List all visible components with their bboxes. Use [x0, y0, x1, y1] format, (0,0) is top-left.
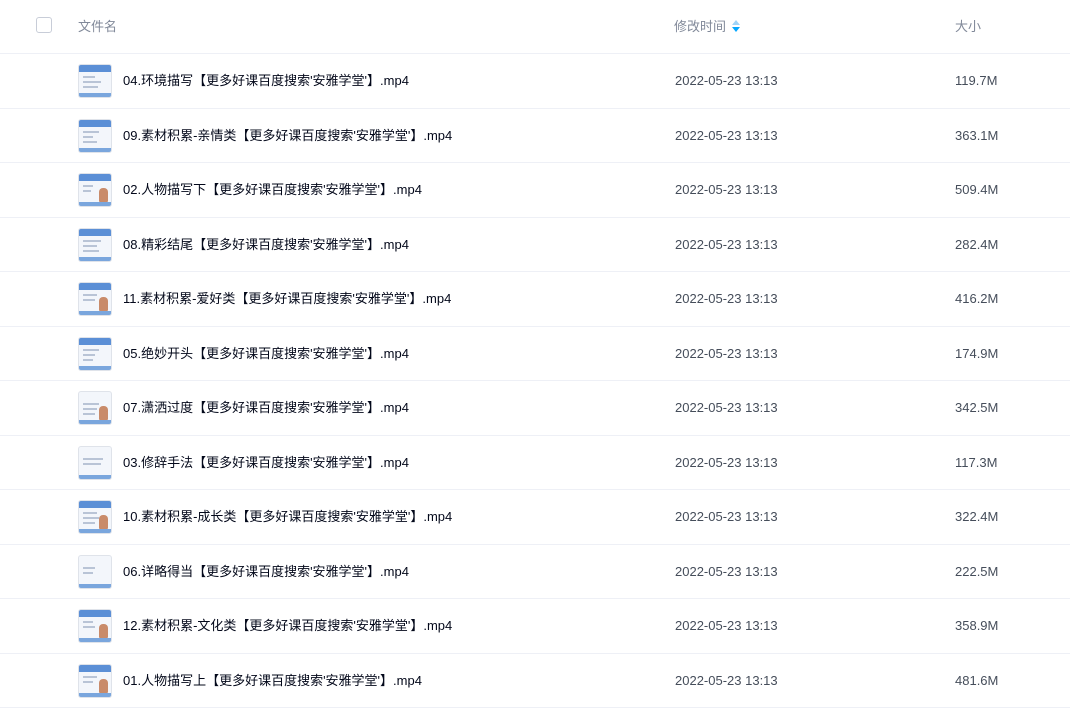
video-thumbnail [78, 391, 112, 425]
file-name[interactable]: 06.详略得当【更多好课百度搜索'安雅学堂'】.mp4 [123, 545, 409, 599]
file-modified-time: 2022-05-23 13:13 [675, 345, 778, 361]
video-thumbnail [78, 173, 112, 207]
video-thumbnail [78, 118, 112, 153]
file-size: 481.6M [955, 672, 999, 688]
file-name[interactable]: 11.素材积累-爱好类【更多好课百度搜索'安雅学堂'】.mp4 [123, 272, 451, 326]
video-thumbnail [78, 227, 112, 262]
file-name[interactable]: 05.绝妙开头【更多好课百度搜索'安雅学堂'】.mp4 [123, 327, 409, 381]
column-header-time[interactable]: 修改时间 [674, 0, 741, 53]
file-list-table: 文件名 修改时间 大小 04.环境描写【更多好课百度搜索'安雅学堂'】.mp4 2… [0, 0, 1070, 708]
file-size: 342.5M [955, 400, 999, 415]
video-thumbnail [78, 282, 112, 316]
file-modified-time: 2022-05-23 13:13 [675, 127, 778, 143]
file-modified-time: 2022-05-23 13:13 [675, 509, 778, 524]
file-modified-time: 2022-05-23 13:13 [675, 672, 778, 688]
file-name[interactable]: 10.素材积累-成长类【更多好课百度搜索'安雅学堂'】.mp4 [123, 490, 452, 544]
table-row[interactable]: 10.素材积累-成长类【更多好课百度搜索'安雅学堂'】.mp4 2022-05-2… [0, 490, 1070, 545]
file-size: 174.9M [955, 345, 999, 361]
column-header-time-label: 修改时间 [674, 19, 727, 34]
file-rows: 04.环境描写【更多好课百度搜索'安雅学堂'】.mp4 2022-05-23 13… [0, 54, 1070, 708]
video-thumbnail [78, 64, 112, 98]
column-header-size[interactable]: 大小 [955, 0, 981, 53]
file-size: 322.4M [955, 509, 999, 524]
table-row[interactable]: 06.详略得当【更多好课百度搜索'安雅学堂'】.mp4 2022-05-23 13… [0, 545, 1070, 599]
file-modified-time: 2022-05-23 13:13 [675, 454, 778, 470]
file-name[interactable]: 12.素材积累-文化类【更多好课百度搜索'安雅学堂'】.mp4 [123, 599, 452, 653]
file-modified-time: 2022-05-23 13:13 [675, 618, 778, 633]
table-row[interactable]: 05.绝妙开头【更多好课百度搜索'安雅学堂'】.mp4 2022-05-23 13… [0, 327, 1070, 381]
video-thumbnail [78, 336, 112, 371]
file-modified-time: 2022-05-23 13:13 [675, 236, 778, 252]
table-row[interactable]: 04.环境描写【更多好课百度搜索'安雅学堂'】.mp4 2022-05-23 13… [0, 54, 1070, 109]
file-name[interactable]: 08.精彩结尾【更多好课百度搜索'安雅学堂'】.mp4 [123, 218, 409, 272]
file-size: 282.4M [955, 236, 999, 252]
sort-icon[interactable] [732, 20, 741, 33]
file-modified-time: 2022-05-23 13:13 [675, 563, 778, 579]
table-row[interactable]: 12.素材积累-文化类【更多好课百度搜索'安雅学堂'】.mp4 2022-05-2… [0, 599, 1070, 654]
video-thumbnail [78, 500, 112, 534]
table-row[interactable]: 11.素材积累-爱好类【更多好课百度搜索'安雅学堂'】.mp4 2022-05-2… [0, 272, 1070, 327]
file-size: 416.2M [955, 291, 999, 306]
table-row[interactable]: 02.人物描写下【更多好课百度搜索'安雅学堂'】.mp4 2022-05-23 1… [0, 163, 1070, 218]
table-row[interactable]: 07.潇洒过度【更多好课百度搜索'安雅学堂'】.mp4 2022-05-23 13… [0, 381, 1070, 436]
video-thumbnail [78, 445, 112, 480]
file-name[interactable]: 03.修辞手法【更多好课百度搜索'安雅学堂'】.mp4 [123, 436, 409, 490]
file-name[interactable]: 02.人物描写下【更多好课百度搜索'安雅学堂'】.mp4 [123, 163, 422, 217]
file-size: 509.4M [955, 182, 999, 197]
column-header-name[interactable]: 文件名 [78, 0, 117, 53]
file-name[interactable]: 01.人物描写上【更多好课百度搜索'安雅学堂'】.mp4 [123, 654, 422, 708]
file-name[interactable]: 09.素材积累-亲情类【更多好课百度搜索'安雅学堂'】.mp4 [123, 109, 452, 163]
file-size: 363.1M [955, 127, 999, 143]
table-row[interactable]: 08.精彩结尾【更多好课百度搜索'安雅学堂'】.mp4 2022-05-23 13… [0, 218, 1070, 272]
file-modified-time: 2022-05-23 13:13 [675, 182, 778, 197]
file-name[interactable]: 07.潇洒过度【更多好课百度搜索'安雅学堂'】.mp4 [123, 381, 409, 435]
file-name[interactable]: 04.环境描写【更多好课百度搜索'安雅学堂'】.mp4 [123, 54, 409, 108]
file-size: 119.7M [955, 73, 998, 88]
file-modified-time: 2022-05-23 13:13 [675, 400, 778, 415]
file-modified-time: 2022-05-23 13:13 [675, 291, 778, 306]
select-all-checkbox[interactable] [36, 17, 52, 33]
video-thumbnail [78, 609, 112, 643]
file-size: 117.3M [955, 454, 998, 470]
table-header: 文件名 修改时间 大小 [0, 0, 1070, 54]
table-row[interactable]: 03.修辞手法【更多好课百度搜索'安雅学堂'】.mp4 2022-05-23 13… [0, 436, 1070, 490]
video-thumbnail [78, 554, 112, 589]
file-modified-time: 2022-05-23 13:13 [675, 73, 778, 88]
table-row[interactable]: 09.素材积累-亲情类【更多好课百度搜索'安雅学堂'】.mp4 2022-05-2… [0, 109, 1070, 163]
file-size: 358.9M [955, 618, 999, 633]
table-row[interactable]: 01.人物描写上【更多好课百度搜索'安雅学堂'】.mp4 2022-05-23 1… [0, 654, 1070, 708]
file-size: 222.5M [955, 563, 999, 579]
video-thumbnail [78, 663, 112, 698]
